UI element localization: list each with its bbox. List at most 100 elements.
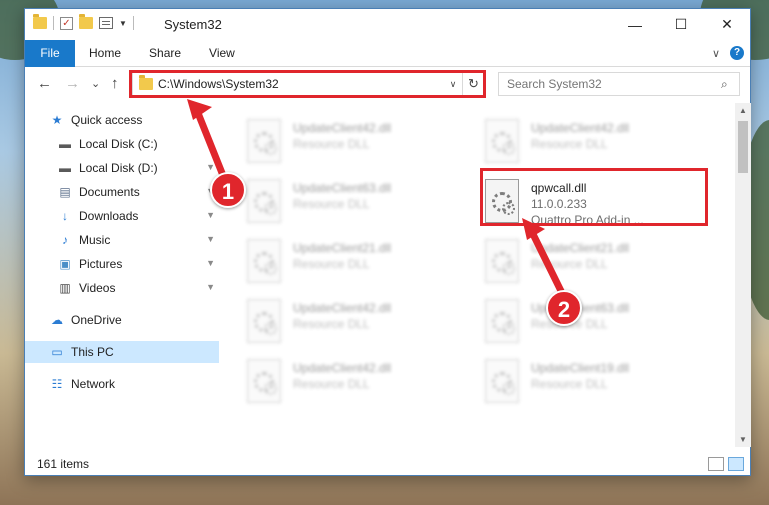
dll-file-icon xyxy=(247,179,281,223)
sidebar-item-label: Local Disk (C:) xyxy=(79,137,158,151)
up-button[interactable]: ↑ xyxy=(111,75,119,92)
title-bar: ✓ ▼ System32 — ☐ ✕ xyxy=(25,9,750,40)
sidebar-item-this-pc[interactable]: ▭ This PC xyxy=(25,341,219,363)
sidebar-item-downloads[interactable]: ↓ Downloads ▼ xyxy=(25,205,219,227)
file-description: Resource DLL xyxy=(531,137,608,151)
file-tile-qpwcall[interactable]: qpwcall.dll 11.0.0.233 Quattro Pro Add-i… xyxy=(485,177,721,229)
scroll-up-icon[interactable]: ▲ xyxy=(735,106,751,115)
window-title: System32 xyxy=(164,17,222,32)
pin-icon: ▼ xyxy=(206,234,215,244)
file-list: UpdateClient42.dll Resource DLL UpdateCli… xyxy=(223,103,735,447)
back-button[interactable]: ← xyxy=(37,75,52,92)
pin-icon: ▼ xyxy=(206,258,215,268)
sidebar-item-label: Network xyxy=(71,377,116,391)
file-tile[interactable]: UpdateClient42.dll Resource DLL xyxy=(247,117,483,169)
file-tile[interactable]: UpdateClient42.dll Resource DLL xyxy=(485,117,721,169)
file-tile[interactable]: UpdateClient42.dll Resource DLL xyxy=(247,357,483,409)
tab-home[interactable]: Home xyxy=(75,40,135,67)
file-description: Quattro Pro Add-in ... xyxy=(531,213,644,227)
details-view-icon[interactable] xyxy=(708,457,724,471)
recent-locations-button[interactable]: ⌄ xyxy=(91,77,100,90)
sidebar-item-onedrive[interactable]: ☁ OneDrive xyxy=(25,309,219,331)
file-description: Resource DLL xyxy=(531,317,608,331)
file-tile[interactable]: UpdateClient63.dllResource DLL xyxy=(485,297,721,349)
file-description: Resource DLL xyxy=(293,137,370,151)
sidebar-item-label: Quick access xyxy=(71,113,143,127)
sidebar-item-pictures[interactable]: ▣ Pictures ▼ xyxy=(25,253,219,275)
pin-icon: ▼ xyxy=(206,138,215,148)
address-bar[interactable]: C:\Windows\System32 ∨ ↻ xyxy=(132,72,485,96)
sidebar-item-local-disk-c[interactable]: ▬ Local Disk (C:) ▼ xyxy=(25,133,219,155)
sidebar-item-quick-access[interactable]: ★ Quick access xyxy=(25,109,219,131)
sidebar-item-music[interactable]: ♪ Music ▼ xyxy=(25,229,219,251)
search-input[interactable] xyxy=(507,77,721,91)
computer-icon: ▭ xyxy=(51,345,63,359)
dll-file-icon xyxy=(485,299,519,343)
tab-file[interactable]: File xyxy=(25,39,75,67)
pin-icon: ▼ xyxy=(206,282,215,292)
toolbar-divider xyxy=(132,16,134,30)
cloud-icon: ☁ xyxy=(51,313,63,327)
sidebar-item-label: Documents xyxy=(79,185,140,199)
vertical-scrollbar[interactable]: ▲ ▼ xyxy=(735,103,751,447)
search-box[interactable]: ⌕ xyxy=(498,72,740,96)
file-name: UpdateClient42.dll xyxy=(293,301,392,315)
forward-button[interactable]: → xyxy=(65,75,80,92)
refresh-icon[interactable]: ↻ xyxy=(462,73,484,95)
minimize-button[interactable]: — xyxy=(612,9,658,40)
toolbar-divider xyxy=(53,16,54,30)
file-version: 11.0.0.233 xyxy=(531,197,587,211)
documents-icon: ▤ xyxy=(59,185,71,199)
customize-toolbar-icon[interactable]: ▼ xyxy=(119,19,127,28)
scroll-thumb[interactable] xyxy=(738,121,748,173)
folder-icon xyxy=(33,14,47,29)
maximize-button[interactable]: ☐ xyxy=(658,9,704,40)
file-description: Resource DLL xyxy=(293,197,370,211)
file-description: Resource DLL xyxy=(531,377,608,391)
sidebar-item-label: This PC xyxy=(71,345,114,359)
file-description: Resource DLL xyxy=(293,257,370,271)
checkbox-icon[interactable]: ✓ xyxy=(60,16,73,30)
expand-ribbon-icon[interactable]: ∨ xyxy=(712,47,720,60)
address-path[interactable]: C:\Windows\System32 xyxy=(158,77,444,91)
videos-icon: ▥ xyxy=(59,281,71,295)
ribbon-tabs: File Home Share View xyxy=(25,39,750,67)
downloads-icon: ↓ xyxy=(62,209,68,223)
file-tile[interactable]: UpdateClient21.dll Resource DLL xyxy=(485,237,721,289)
search-icon[interactable]: ⌕ xyxy=(721,77,739,92)
dll-file-icon xyxy=(485,119,519,163)
music-icon: ♪ xyxy=(62,233,68,247)
annotation-badge-2: 2 xyxy=(546,290,582,326)
pin-icon: ▼ xyxy=(206,162,215,172)
dll-file-icon xyxy=(247,359,281,403)
file-name: UpdateClient42.dll xyxy=(531,121,630,135)
dll-file-icon xyxy=(485,359,519,403)
file-tile[interactable]: UpdateClient19.dll Resource DLL xyxy=(485,357,721,409)
file-tile[interactable]: UpdateClient63.dllResource DLL xyxy=(247,177,483,229)
tiles-view-icon[interactable] xyxy=(728,457,744,471)
tab-view[interactable]: View xyxy=(195,40,249,67)
dll-file-icon xyxy=(247,299,281,343)
file-tile[interactable]: UpdateClient21.dll Resource DLL xyxy=(247,237,483,289)
tab-share[interactable]: Share xyxy=(135,40,195,67)
folder-icon xyxy=(139,75,153,90)
scroll-down-icon[interactable]: ▼ xyxy=(735,435,751,444)
close-button[interactable]: ✕ xyxy=(704,9,750,40)
sidebar-item-videos[interactable]: ▥ Videos ▼ xyxy=(25,277,219,299)
navigation-pane: ★ Quick access ▬ Local Disk (C:) ▼ ▬ Loc… xyxy=(25,105,219,445)
sidebar-item-label: Videos xyxy=(79,281,116,295)
sidebar-item-label: OneDrive xyxy=(71,313,122,327)
file-name: qpwcall.dll xyxy=(531,181,587,195)
help-icon[interactable]: ? xyxy=(730,46,744,60)
explorer-window: ✓ ▼ System32 — ☐ ✕ File Home Share View … xyxy=(24,8,751,476)
sidebar-item-documents[interactable]: ▤ Documents ▼ xyxy=(25,181,219,203)
dll-file-icon xyxy=(485,239,519,283)
file-tile[interactable]: UpdateClient42.dll Resource DLL xyxy=(247,297,483,349)
sidebar-item-network[interactable]: ☷ Network xyxy=(25,373,219,395)
sidebar-item-local-disk-d[interactable]: ▬ Local Disk (D:) ▼ xyxy=(25,157,219,179)
address-dropdown-icon[interactable]: ∨ xyxy=(444,79,462,90)
new-folder-icon[interactable] xyxy=(79,14,93,29)
dll-file-icon xyxy=(247,239,281,283)
properties-icon[interactable] xyxy=(99,17,113,29)
sidebar-item-label: Local Disk (D:) xyxy=(79,161,158,175)
